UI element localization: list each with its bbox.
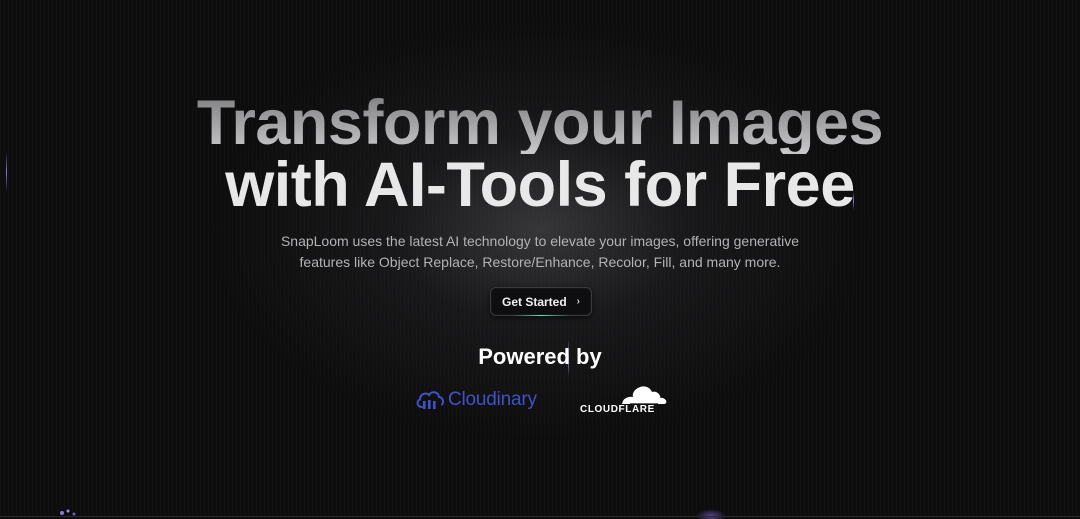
sparkle-icon bbox=[60, 509, 76, 516]
powered-by-heading: Powered by bbox=[478, 344, 602, 369]
get-started-label: Get Started bbox=[501, 294, 567, 309]
hero-section: Transform your Images with AI-Tools for … bbox=[0, 0, 1080, 519]
decorative-orb bbox=[696, 509, 726, 519]
cloudinary-wordmark: Cloudinary bbox=[448, 389, 537, 410]
hero-title: Transform your Images with AI-Tools for … bbox=[0, 92, 1080, 220]
cloudflare-wordmark: CLOUDFLARE bbox=[580, 404, 655, 415]
hero-subtitle-line2: features like Object Replace, Restore/En… bbox=[299, 254, 781, 270]
cloudinary-cloud-icon bbox=[416, 391, 444, 409]
get-started-button[interactable]: Get Started › bbox=[490, 287, 592, 316]
hero-title-line2: with AI-Tools for Free bbox=[225, 150, 855, 220]
bottom-divider bbox=[0, 516, 1080, 517]
hero-title-line1: Transform your Images bbox=[0, 92, 1080, 155]
hero-subtitle-line1: SnapLoom uses the latest AI technology t… bbox=[280, 233, 800, 249]
cloudflare-cloud-icon bbox=[622, 386, 667, 405]
cloudflare-logo[interactable]: CLOUDFLARE bbox=[578, 384, 668, 416]
cloudinary-logo[interactable]: Cloudinary bbox=[415, 386, 537, 414]
chevron-right-icon: › bbox=[576, 296, 581, 307]
hero-subtitle: SnapLoom uses the latest AI technology t… bbox=[0, 231, 1080, 273]
